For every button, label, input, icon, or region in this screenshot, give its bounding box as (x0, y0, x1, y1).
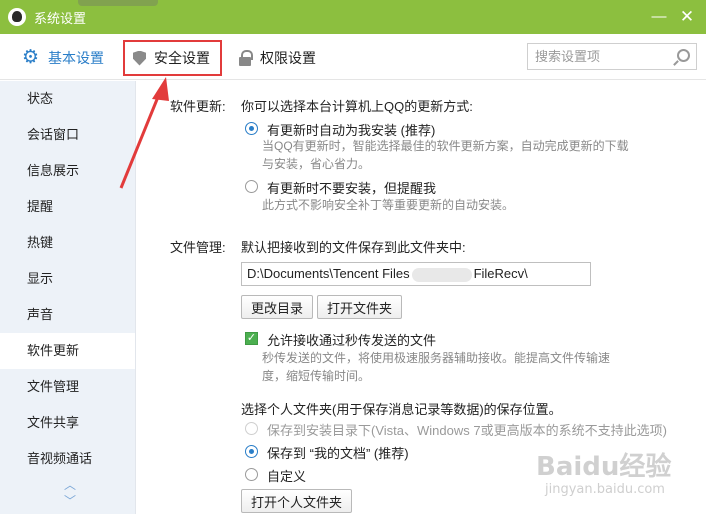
allow-second-transfer-label[interactable]: 允许接收通过秒传发送的文件 (267, 330, 436, 349)
tab-label: 权限设置 (260, 50, 316, 66)
personal-opt-my-documents-label[interactable]: 保存到 “我的文档” (推荐) (267, 443, 409, 462)
sidebar-item-info-display[interactable]: 信息展示 (0, 153, 135, 189)
sidebar-item-av-call[interactable]: 音视频通话 (0, 441, 135, 477)
file-path-field[interactable]: D:\Documents\Tencent Files FileRecv\ (241, 262, 591, 286)
allow-second-transfer-desc-2: 度，缩短传输时间。 (262, 369, 371, 383)
sidebar-item-status[interactable]: 状态 (0, 81, 135, 117)
tab-basic-settings[interactable]: ⚙ 基本设置 (22, 40, 104, 76)
option-auto-install-desc-1: 当QQ有更新时，智能选择最佳的软件更新方案，自动完成更新的下载 (262, 139, 629, 153)
path-redacted-segment (411, 267, 472, 282)
window-title: 系统设置 (34, 10, 87, 26)
lock-icon (238, 50, 253, 66)
title-bar: 系统设置 — ✕ (0, 0, 706, 34)
sidebar-item-software-update[interactable]: 软件更新 (0, 333, 135, 369)
file-management-label: 文件管理: (170, 240, 226, 255)
personal-opt-install-dir-label: 保存到安装目录下(Vista、Windows 7或更高版本的系统不支持此选项) (267, 423, 667, 438)
search-icon[interactable] (677, 49, 690, 62)
qq-logo-icon (8, 8, 26, 26)
option-notify-only-desc: 此方式不影响安全补丁等重要更新的自动安装。 (262, 198, 515, 212)
sidebar-item-hotkey[interactable]: 热键 (0, 225, 135, 261)
radio-auto-install[interactable] (245, 122, 258, 135)
tab-label: 安全设置 (154, 50, 210, 66)
open-folder-button[interactable]: 打开文件夹 (317, 295, 403, 319)
file-path-end: FileRecv\ (473, 266, 528, 281)
sidebar-item-chat-window[interactable]: 会话窗口 (0, 117, 135, 153)
title-decoration (78, 0, 158, 6)
software-update-label: 软件更新: (170, 99, 226, 114)
file-save-question: 默认把接收到的文件保存到此文件夹中: (241, 240, 466, 255)
sidebar: 状态 会话窗口 信息展示 提醒 热键 显示 声音 软件更新 文件管理 文件共享 … (0, 81, 136, 514)
search-box (527, 43, 697, 70)
watermark-url: jingyan.baidu.com (545, 482, 665, 497)
sidebar-item-file-management[interactable]: 文件管理 (0, 369, 135, 405)
tab-security-settings[interactable]: 安全设置 (123, 40, 222, 76)
minimize-button[interactable]: — (648, 7, 670, 27)
option-notify-only-label[interactable]: 有更新时不要安装，但提醒我 (267, 178, 436, 197)
tab-permission-settings[interactable]: 权限设置 (238, 40, 316, 76)
personal-folder-title: 选择个人文件夹(用于保存消息记录等数据)的保存位置。 (241, 402, 562, 417)
chevron-up-icon[interactable]: ︿ (63, 479, 77, 491)
personal-opt-custom-label[interactable]: 自定义 (267, 466, 306, 485)
sidebar-item-reminder[interactable]: 提醒 (0, 189, 135, 225)
search-input[interactable] (528, 44, 668, 69)
sidebar-item-file-sharing[interactable]: 文件共享 (0, 405, 135, 441)
radio-install-directory (245, 422, 258, 435)
chevron-down-icon[interactable]: ﹀ (63, 495, 77, 507)
option-auto-install-desc-2: 与安装，省心省力。 (262, 157, 371, 171)
watermark-logo: Baidu经验 (536, 452, 672, 482)
radio-notify-only[interactable] (245, 180, 258, 193)
radio-my-documents[interactable] (245, 445, 258, 458)
shield-icon (133, 50, 146, 66)
tab-label: 基本设置 (48, 50, 104, 66)
change-directory-button[interactable]: 更改目录 (241, 295, 314, 319)
settings-header: ⚙ 基本设置 安全设置 权限设置 (0, 34, 706, 80)
sidebar-item-sound[interactable]: 声音 (0, 297, 135, 333)
file-path-start: D:\Documents\Tencent Files (247, 266, 410, 281)
open-personal-folder-button[interactable]: 打开个人文件夹 (241, 489, 353, 513)
radio-custom[interactable] (245, 468, 258, 481)
update-question: 你可以选择本台计算机上QQ的更新方式: (241, 99, 473, 114)
sidebar-item-display[interactable]: 显示 (0, 261, 135, 297)
checkbox-allow-second-transfer[interactable]: ✓ (245, 332, 258, 345)
close-button[interactable]: ✕ (676, 7, 698, 27)
gear-icon: ⚙ (22, 47, 40, 68)
allow-second-transfer-desc-1: 秒传发送的文件，将使用极速服务器辅助接收。能提高文件传输速 (262, 351, 611, 365)
